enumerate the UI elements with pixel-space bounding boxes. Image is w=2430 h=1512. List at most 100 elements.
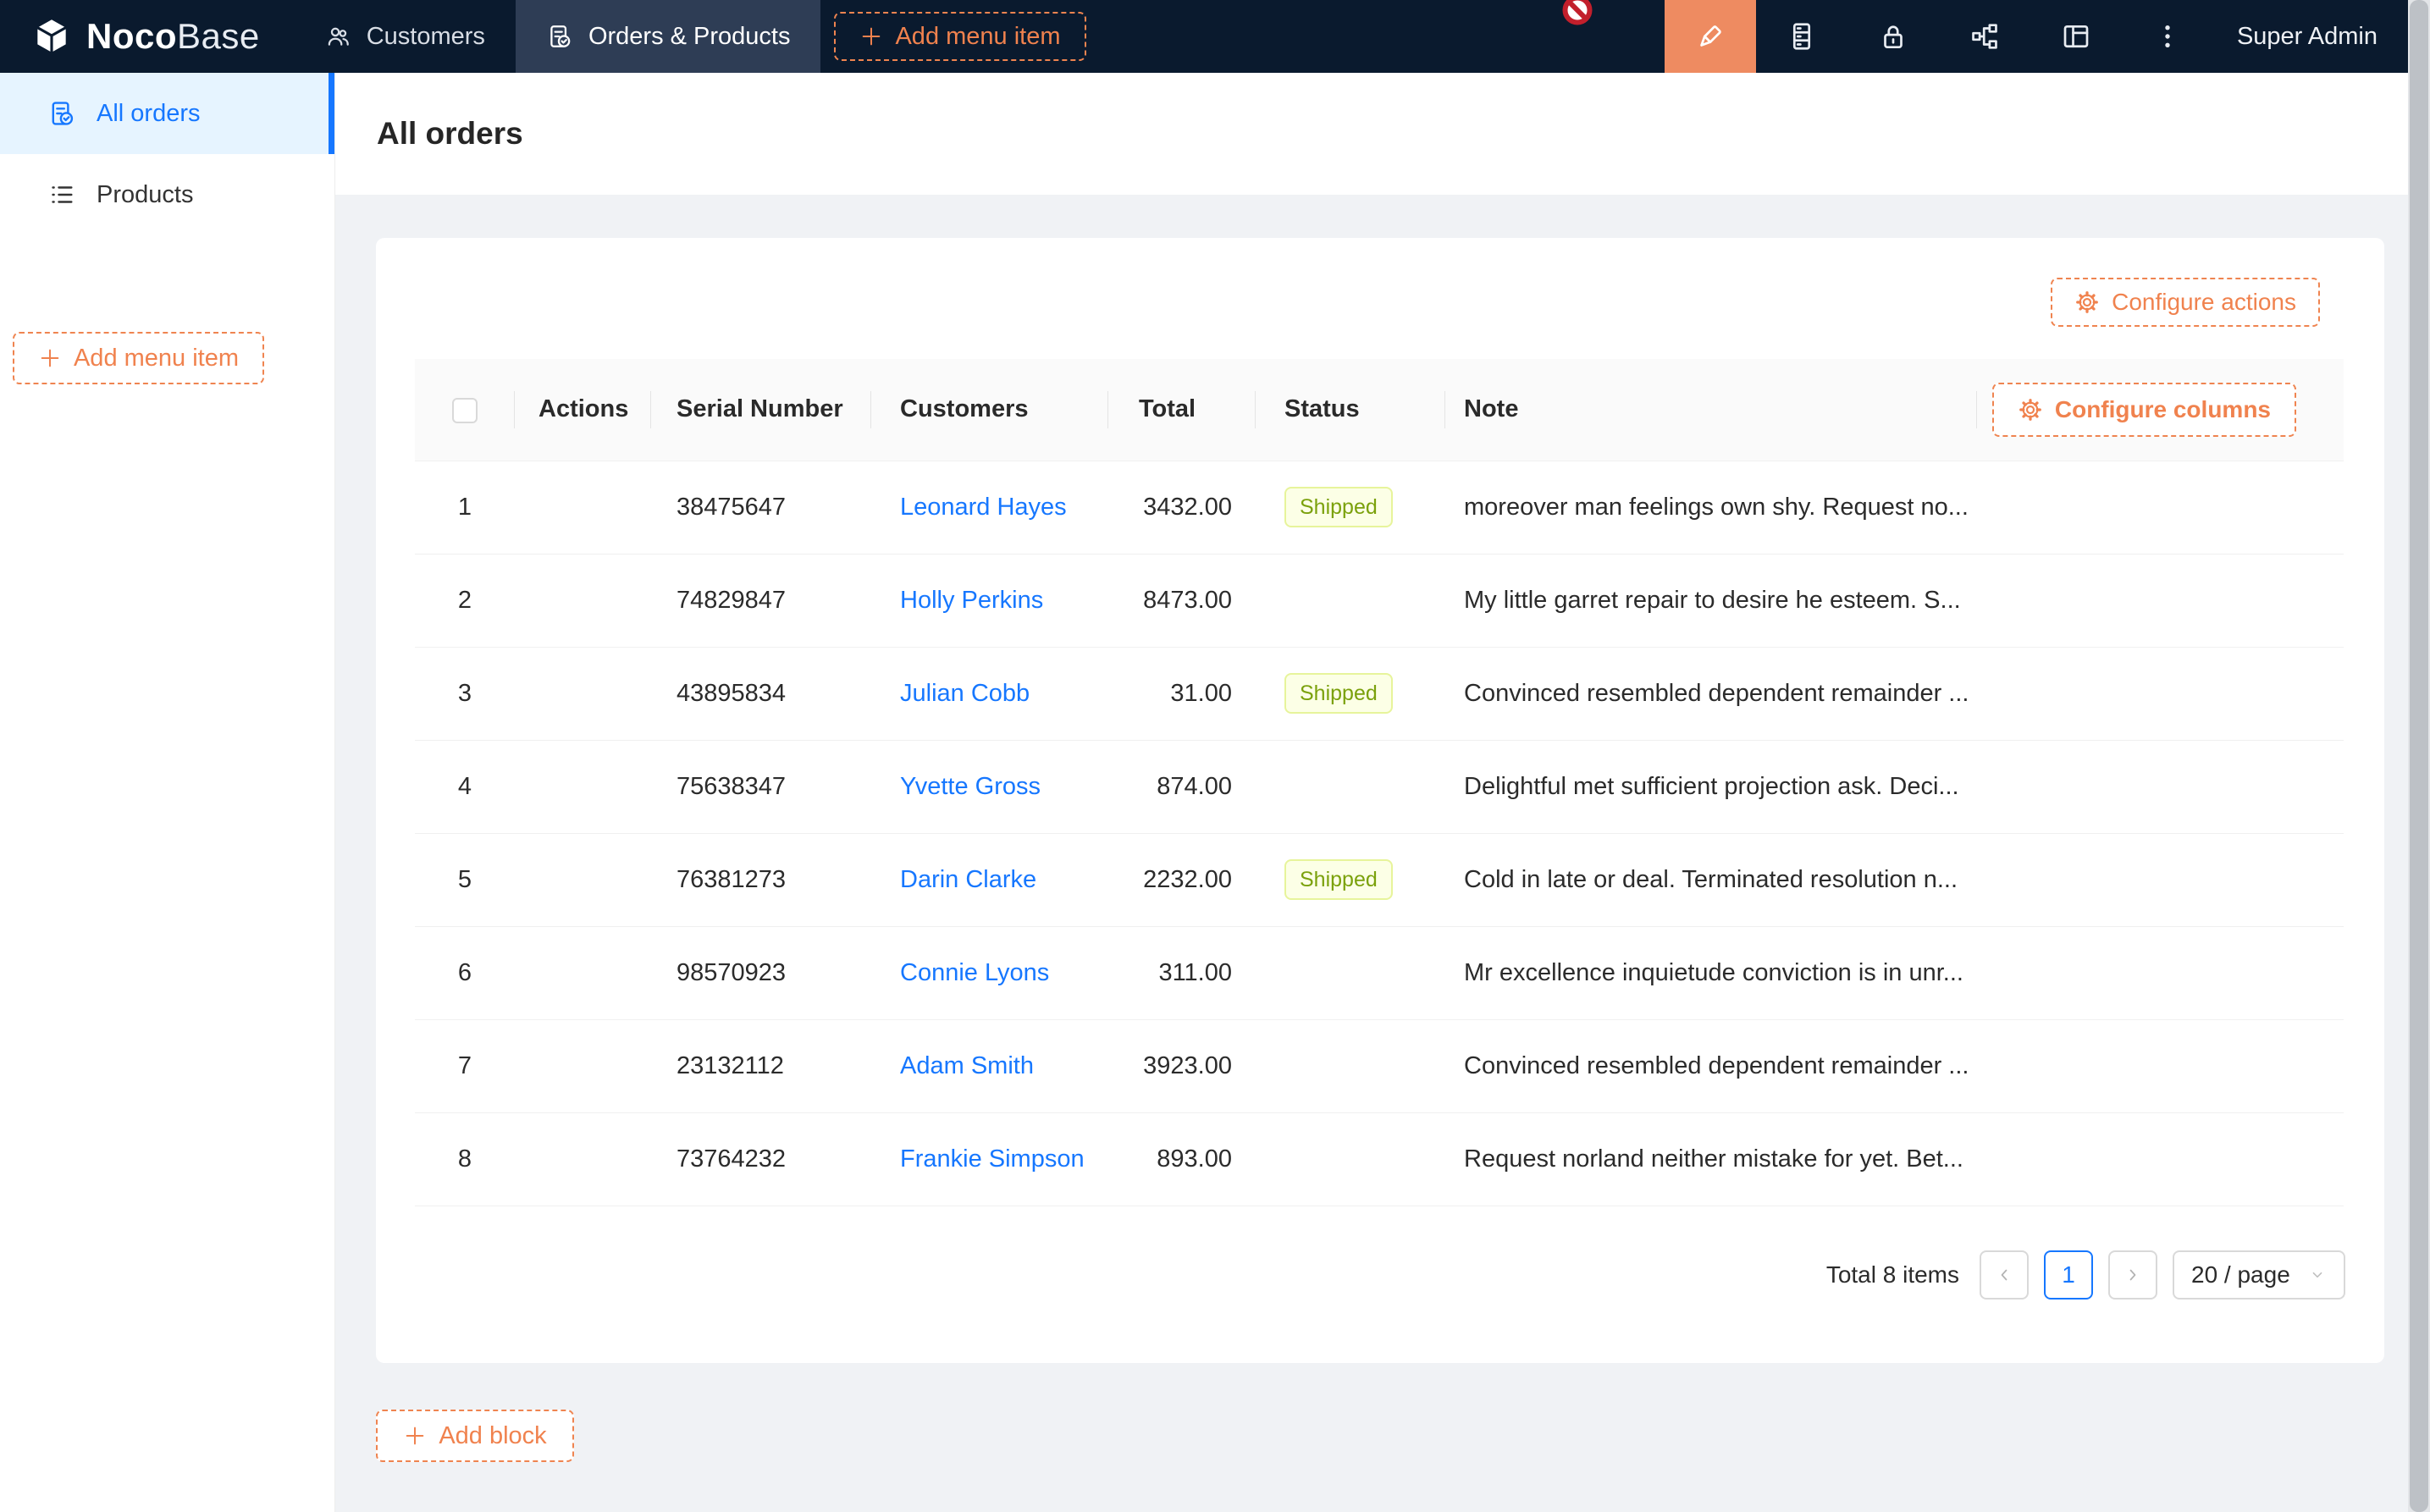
status-cell: Shipped	[1256, 461, 1445, 554]
nav-tab-customers[interactable]: Customers	[294, 0, 516, 73]
more-button[interactable]	[2122, 0, 2213, 73]
total-cell: 3923.00	[1108, 1019, 1256, 1112]
column-header-settings: Configure columns	[1977, 359, 2344, 461]
navbar-add-menu-item-button[interactable]: Add menu item	[834, 12, 1085, 61]
customer-cell: Yvette Gross	[871, 740, 1108, 833]
settings-cell	[1977, 1019, 2344, 1112]
table-row[interactable]: 6 98570923 Connie Lyons 311.00 Mr excell…	[415, 926, 2344, 1019]
row-index: 1	[415, 461, 515, 554]
more-icon	[2151, 20, 2184, 52]
page-content: Configure actions Actions Serial Number …	[335, 195, 2408, 1512]
status-badge: Shipped	[1284, 673, 1393, 714]
workflow-button[interactable]	[1939, 0, 2030, 73]
customer-link[interactable]: Adam Smith	[900, 1052, 1034, 1079]
team-icon	[324, 23, 351, 50]
brand-logo[interactable]: NocoBase	[0, 0, 294, 73]
row-actions-cell	[515, 554, 651, 647]
customer-cell: Frankie Simpson	[871, 1112, 1108, 1206]
select-all-header-cell	[415, 359, 515, 461]
note-cell: Cold in late or deal. Terminated resolut…	[1445, 833, 1977, 926]
settings-cell	[1977, 833, 2344, 926]
permissions-button[interactable]	[1847, 0, 1939, 73]
customer-cell: Darin Clarke	[871, 833, 1108, 926]
total-cell: 8473.00	[1108, 554, 1256, 647]
page-title: All orders	[377, 116, 523, 152]
main-area: All orders Configure actions	[335, 73, 2408, 1512]
collections-button[interactable]	[1756, 0, 1847, 73]
column-header-note[interactable]: Note	[1445, 359, 1977, 461]
table-row[interactable]: 4 75638347 Yvette Gross 874.00 Delightfu…	[415, 740, 2344, 833]
table-row[interactable]: 3 43895834 Julian Cobb 31.00 Shipped Con…	[415, 647, 2344, 740]
plugin-settings-button[interactable]	[2030, 0, 2122, 73]
total-cell: 31.00	[1108, 647, 1256, 740]
customer-cell: Adam Smith	[871, 1019, 1108, 1112]
sidebar-item-all-orders[interactable]: All orders	[0, 73, 334, 154]
customer-link[interactable]: Yvette Gross	[900, 773, 1041, 800]
sidebar: All orders Products Add menu item	[0, 73, 335, 1512]
settings-cell	[1977, 926, 2344, 1019]
page-size-select[interactable]: 20 / page	[2173, 1250, 2345, 1300]
list-icon	[47, 180, 76, 209]
table-row[interactable]: 1 38475647 Leonard Hayes 3432.00 Shipped…	[415, 461, 2344, 554]
customer-cell: Holly Perkins	[871, 554, 1108, 647]
customer-link[interactable]: Leonard Hayes	[900, 494, 1067, 521]
plus-icon	[403, 1424, 427, 1448]
pagination-prev-button[interactable]	[1980, 1250, 2029, 1300]
plus-icon	[859, 25, 883, 48]
file-done-icon	[47, 99, 76, 128]
column-header-actions[interactable]: Actions	[515, 359, 651, 461]
customer-cell: Julian Cobb	[871, 647, 1108, 740]
pagination-page-1[interactable]: 1	[2044, 1250, 2093, 1300]
top-navbar: NocoBase Customers Orders & Products	[0, 0, 2430, 73]
table-row[interactable]: 2 74829847 Holly Perkins 8473.00 My litt…	[415, 554, 2344, 647]
column-header-total[interactable]: Total	[1108, 359, 1256, 461]
column-header-serial-number[interactable]: Serial Number	[651, 359, 871, 461]
customer-link[interactable]: Julian Cobb	[900, 680, 1030, 707]
nav-tab-orders-products[interactable]: Orders & Products	[516, 0, 821, 73]
nocobase-cube-icon	[30, 15, 73, 58]
note-cell: Convinced resembled dependent remainder …	[1445, 1019, 1977, 1112]
user-menu[interactable]: Super Admin	[2213, 0, 2408, 73]
configure-columns-button[interactable]: Configure columns	[1992, 383, 2296, 437]
workflow-icon	[1969, 20, 2001, 52]
table-row[interactable]: 7 23132112 Adam Smith 3923.00 Convinced …	[415, 1019, 2344, 1112]
serial-number-cell: 98570923	[651, 926, 871, 1019]
customer-link[interactable]: Holly Perkins	[900, 587, 1043, 614]
column-header-status[interactable]: Status	[1256, 359, 1445, 461]
orders-table-block: Configure actions Actions Serial Number …	[376, 238, 2384, 1363]
table-header-row: Actions Serial Number Customers Total St…	[415, 359, 2344, 461]
settings-cell	[1977, 554, 2344, 647]
serial-number-cell: 23132112	[651, 1019, 871, 1112]
status-cell	[1256, 740, 1445, 833]
row-actions-cell	[515, 926, 651, 1019]
customer-link[interactable]: Frankie Simpson	[900, 1145, 1085, 1173]
table-row[interactable]: 5 76381273 Darin Clarke 2232.00 Shipped …	[415, 833, 2344, 926]
ui-editor-pen-button[interactable]	[1665, 0, 1756, 73]
customer-link[interactable]: Darin Clarke	[900, 866, 1036, 893]
select-all-checkbox[interactable]	[452, 398, 478, 423]
page-header: All orders	[335, 73, 2408, 195]
customer-link[interactable]: Connie Lyons	[900, 959, 1049, 986]
status-cell: Shipped	[1256, 833, 1445, 926]
customer-cell: Leonard Hayes	[871, 461, 1108, 554]
pagination: Total 8 items 1 20 / page	[1826, 1250, 2345, 1300]
sidebar-add-menu-item-button[interactable]: Add menu item	[13, 332, 264, 384]
navbar-right-actions: Super Admin	[1665, 0, 2408, 73]
scrollbar-thumb[interactable]	[2410, 0, 2428, 1512]
scrollbar[interactable]	[2408, 0, 2430, 1512]
sidebar-item-products[interactable]: Products	[0, 154, 334, 235]
row-actions-cell	[515, 1019, 651, 1112]
row-index: 6	[415, 926, 515, 1019]
table-row[interactable]: 8 73764232 Frankie Simpson 893.00 Reques…	[415, 1112, 2344, 1206]
settings-cell	[1977, 461, 2344, 554]
serial-number-cell: 75638347	[651, 740, 871, 833]
pagination-next-button[interactable]	[2108, 1250, 2157, 1300]
total-cell: 3432.00	[1108, 461, 1256, 554]
user-name: Super Admin	[2237, 23, 2378, 51]
configure-actions-button[interactable]: Configure actions	[2051, 278, 2320, 327]
column-header-customers[interactable]: Customers	[871, 359, 1108, 461]
customer-cell: Connie Lyons	[871, 926, 1108, 1019]
note-cell: My little garret repair to desire he est…	[1445, 554, 1977, 647]
layout-icon	[2060, 20, 2092, 52]
add-block-button[interactable]: Add block	[376, 1410, 574, 1462]
